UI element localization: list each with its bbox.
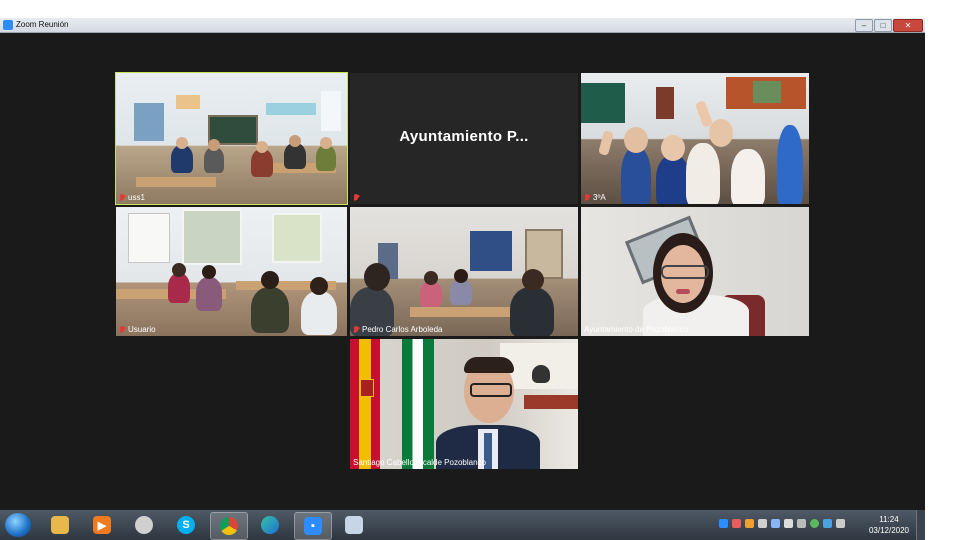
zoom-app-icon	[3, 20, 13, 30]
show-desktop-button[interactable]	[916, 510, 925, 540]
chrome-icon	[220, 517, 238, 535]
clock-time: 11:24	[879, 515, 899, 524]
system-tray	[719, 519, 845, 528]
video-tile-uss1[interactable]: uss1	[115, 72, 348, 205]
video-tile-3a[interactable]: 3ºA	[581, 73, 809, 204]
windows-taskbar: ▶ S ▪ 11:24 03/12/2020	[0, 510, 925, 540]
participant-label	[353, 194, 359, 202]
participant-label: Santiago Cabello Alcalde Pozoblanco	[353, 458, 486, 467]
mic-muted-icon	[119, 325, 125, 334]
bluetooth-tray-icon[interactable]	[771, 519, 780, 528]
mic-muted-icon	[119, 193, 125, 202]
participant-name: Santiago Cabello Alcalde Pozoblanco	[353, 458, 486, 467]
minimize-button[interactable]: –	[855, 19, 873, 32]
start-button[interactable]	[5, 513, 31, 537]
zoom-tray-icon[interactable]	[719, 519, 728, 528]
video-tile-usuario[interactable]: Usuario	[116, 207, 347, 336]
participant-name: 3ºA	[593, 193, 606, 202]
participant-label: Ayuntamiento de Pozoblanco	[584, 325, 688, 334]
participant-name: uss1	[128, 193, 145, 202]
media-player-icon: ▶	[93, 516, 111, 534]
taskbar-zoom[interactable]: ▪	[294, 512, 332, 540]
participant-label: uss1	[119, 193, 145, 202]
video-tile-ayuntamiento[interactable]: Ayuntamiento P...	[350, 73, 578, 204]
video-tile-ayuntamiento-de-pozoblanco[interactable]: Ayuntamiento de Pozoblanco	[581, 207, 809, 336]
volume-tray-icon[interactable]	[797, 519, 806, 528]
paint-icon	[345, 516, 363, 534]
title-bar[interactable]: Zoom Reunión – □ ✕	[0, 18, 925, 33]
participant-label: Pedro Carlos Arboleda	[353, 325, 443, 334]
taskbar-skype[interactable]: S	[168, 512, 204, 538]
clock-date: 03/12/2020	[868, 526, 909, 535]
maximize-button[interactable]: □	[874, 19, 892, 32]
zoom-icon: ▪	[304, 517, 322, 535]
update-tray-icon[interactable]	[745, 519, 754, 528]
display-tray-icon[interactable]	[823, 519, 832, 528]
participant-display-name: Ayuntamiento P...	[399, 128, 529, 145]
taskbar-clock[interactable]: 11:24 03/12/2020	[869, 514, 909, 536]
participant-name: Ayuntamiento de Pozoblanco	[584, 325, 688, 334]
antivirus-tray-icon[interactable]	[732, 519, 741, 528]
taskbar-paint[interactable]	[336, 512, 372, 538]
mic-muted-icon	[353, 325, 359, 334]
edge-icon	[261, 516, 279, 534]
video-tile-pedro-carlos-arboleda[interactable]: Pedro Carlos Arboleda	[350, 207, 578, 336]
usb-tray-icon[interactable]	[758, 519, 767, 528]
file-explorer-icon	[51, 516, 69, 534]
mic-muted-icon	[584, 193, 590, 202]
window-title: Zoom Reunión	[16, 20, 69, 29]
video-tile-santiago-cabello[interactable]: Santiago Cabello Alcalde Pozoblanco	[350, 339, 578, 469]
participant-name: Usuario	[128, 325, 156, 334]
taskbar-edge[interactable]	[252, 512, 288, 538]
taskbar-chrome[interactable]	[210, 512, 248, 540]
mic-muted-icon	[353, 194, 359, 202]
participant-name: Pedro Carlos Arboleda	[362, 325, 443, 334]
taskbar-file-explorer[interactable]	[42, 512, 78, 538]
taskbar-media-player[interactable]: ▶	[84, 512, 120, 538]
window-controls: – □ ✕	[855, 19, 923, 32]
network-tray-icon[interactable]	[784, 519, 793, 528]
status-tray-icon[interactable]	[810, 519, 819, 528]
participant-label: Usuario	[119, 325, 156, 334]
signal-tray-icon[interactable]	[836, 519, 845, 528]
taskbar-obs[interactable]	[126, 512, 162, 538]
close-button[interactable]: ✕	[893, 19, 923, 32]
skype-icon: S	[177, 516, 195, 534]
obs-icon	[135, 516, 153, 534]
participant-label: 3ºA	[584, 193, 606, 202]
